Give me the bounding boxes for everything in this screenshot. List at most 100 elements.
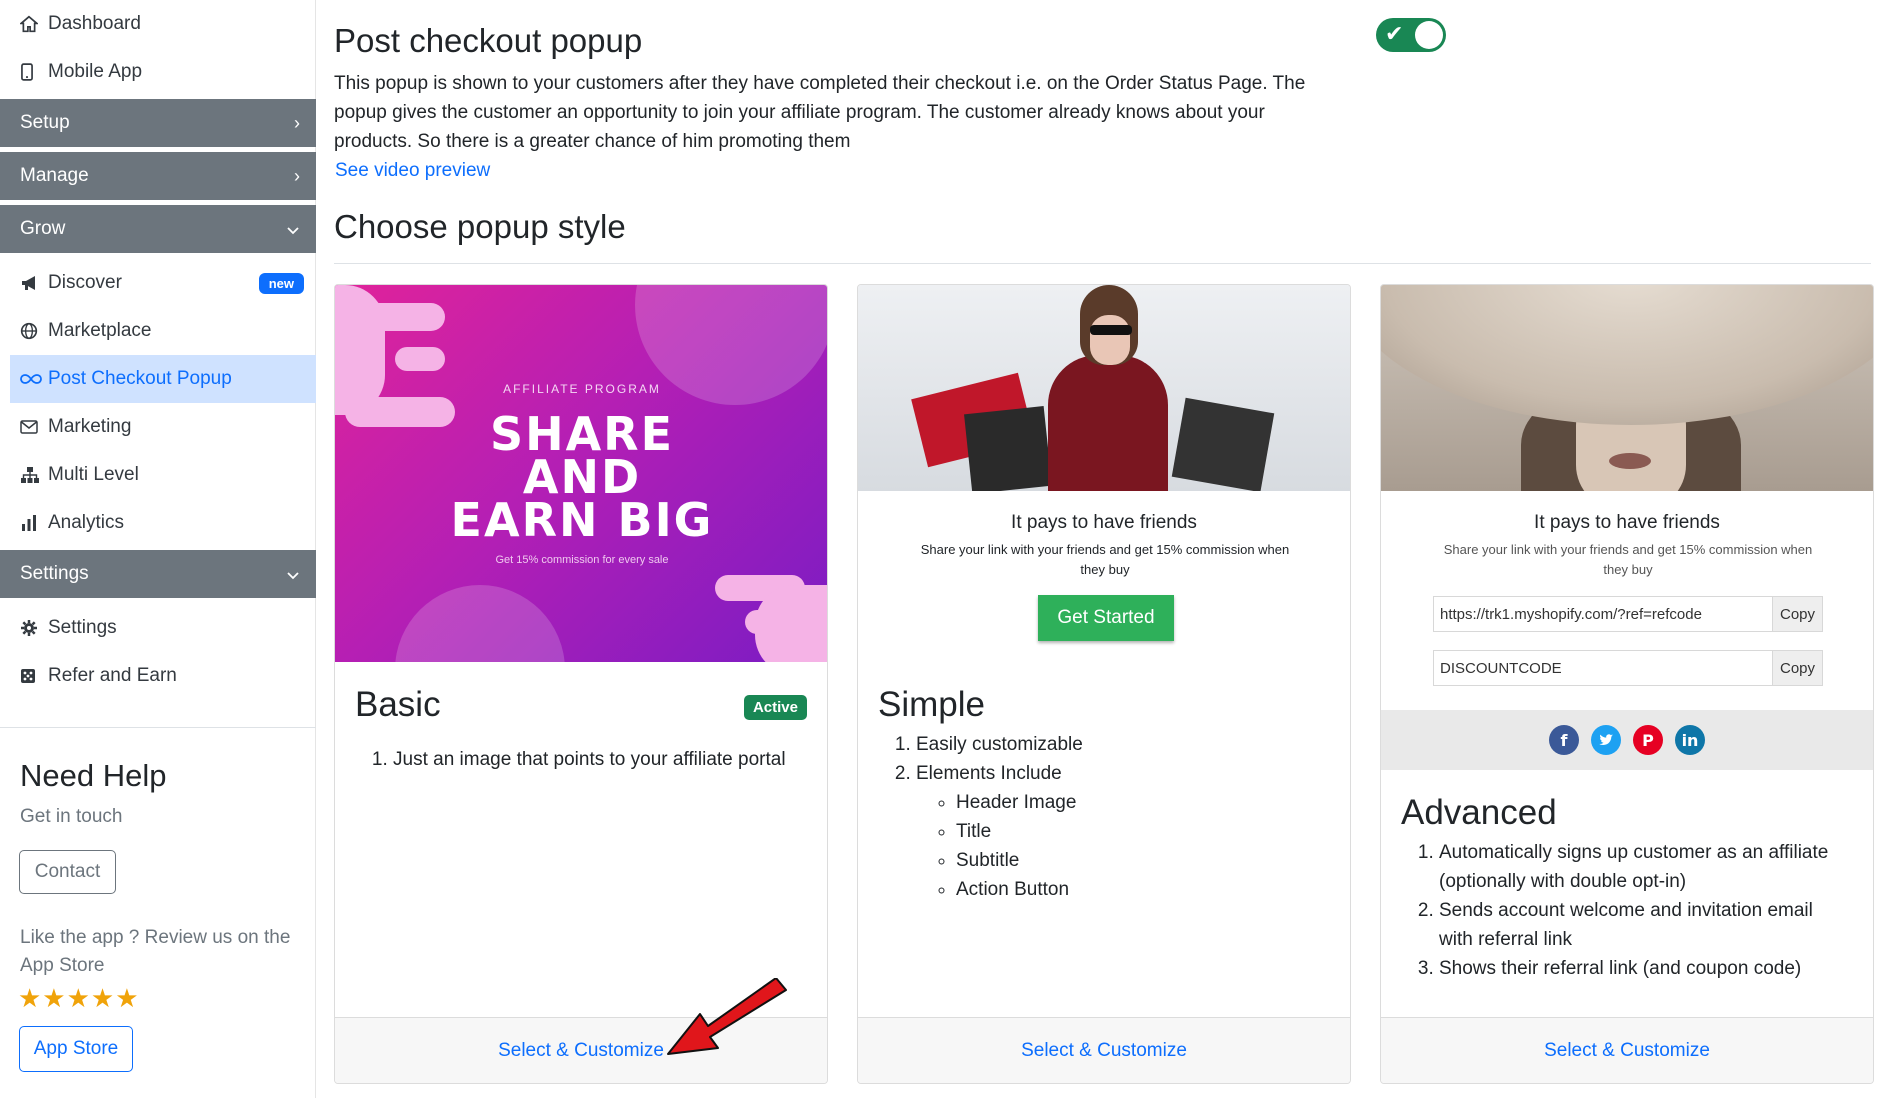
social-share-bar: f P in bbox=[1381, 710, 1873, 770]
decor-circle bbox=[395, 585, 565, 662]
gear-icon bbox=[20, 619, 48, 637]
model-figure bbox=[1048, 355, 1168, 491]
card-title: Advanced bbox=[1401, 793, 1557, 832]
image-headline-line: EARN BIG bbox=[450, 493, 714, 547]
sidebar-item-label: Discover bbox=[48, 272, 122, 293]
sidebar-item-marketing[interactable]: Marketing bbox=[0, 403, 316, 451]
sub-feature-item: Subtitle bbox=[956, 846, 1338, 875]
feature-item-text: Elements Include bbox=[916, 763, 1062, 784]
feature-item: Elements Include Header Image Title Subt… bbox=[916, 759, 1338, 904]
sidebar-section-manage[interactable]: Manage › bbox=[0, 152, 316, 200]
decor-shape bbox=[755, 585, 827, 662]
feature-item: Easily customizable bbox=[916, 730, 1338, 759]
sidebar-item-label: Post Checkout Popup bbox=[48, 368, 232, 389]
bar-chart-icon bbox=[20, 514, 48, 532]
sunglasses bbox=[1090, 325, 1132, 335]
sidebar-item-label: Settings bbox=[48, 617, 117, 638]
dice-icon bbox=[20, 668, 48, 684]
choose-style-title: Choose popup style bbox=[334, 208, 626, 245]
app-store-button[interactable]: App Store bbox=[19, 1026, 133, 1072]
sidebar-item-analytics[interactable]: Analytics bbox=[0, 499, 316, 547]
sidebar-divider bbox=[0, 727, 316, 728]
shopping-bag bbox=[1171, 397, 1275, 491]
popup-enabled-toggle[interactable]: ✔ bbox=[1376, 18, 1446, 52]
hierarchy-icon bbox=[20, 466, 48, 484]
sidebar-section-grow[interactable]: Grow bbox=[0, 205, 316, 253]
card-title: Simple bbox=[878, 685, 985, 724]
sidebar: Dashboard Mobile App Setup › Manage › Gr… bbox=[0, 0, 316, 1098]
annotation-arrow-icon bbox=[667, 978, 787, 1055]
chevron-right-icon: › bbox=[294, 165, 300, 186]
section-label: Settings bbox=[20, 563, 89, 584]
envelope-icon bbox=[20, 420, 48, 434]
sidebar-item-label: Mobile App bbox=[48, 61, 143, 82]
globe-icon bbox=[20, 322, 48, 340]
sidebar-item-mobile-app[interactable]: Mobile App bbox=[0, 48, 316, 96]
sub-feature-item: Header Image bbox=[956, 788, 1338, 817]
sidebar-item-settings[interactable]: Settings bbox=[0, 604, 316, 652]
feature-item: Just an image that points to your affili… bbox=[393, 745, 815, 774]
feature-item: Shows their referral link (and coupon co… bbox=[1439, 954, 1851, 983]
image-small-text: Get 15% commission for every sale bbox=[495, 554, 669, 566]
sub-feature-item: Action Button bbox=[956, 875, 1338, 904]
copy-code-button: Copy bbox=[1772, 651, 1822, 685]
pinterest-icon: P bbox=[1633, 725, 1663, 755]
feature-list: Automatically signs up customer as an af… bbox=[1401, 838, 1851, 983]
sub-feature-item: Title bbox=[956, 817, 1338, 846]
page-title: Post checkout popup bbox=[334, 22, 643, 59]
image-headline: SHARE AND EARN BIG bbox=[335, 411, 827, 547]
rating-stars: ★★★★★ bbox=[18, 983, 140, 1013]
decor-shape bbox=[365, 303, 445, 331]
section-label: Setup bbox=[20, 112, 70, 133]
sidebar-item-marketplace[interactable]: Marketplace bbox=[0, 307, 316, 355]
new-badge: new bbox=[258, 272, 304, 294]
sidebar-section-setup[interactable]: Setup › bbox=[0, 99, 316, 147]
chevron-down-icon bbox=[286, 564, 300, 585]
sidebar-item-discover[interactable]: Discover new bbox=[0, 259, 316, 307]
simple-header-photo bbox=[858, 285, 1350, 491]
preview-subtitle: Share your link with your friends and ge… bbox=[920, 542, 1290, 577]
basic-preview-image: AFFILIATE PROGRAM SHARE AND EARN BIG Get… bbox=[335, 285, 827, 662]
check-icon: ✔ bbox=[1385, 21, 1404, 46]
model-lips bbox=[1609, 453, 1651, 469]
active-badge: Active bbox=[743, 695, 807, 720]
copy-link-button: Copy bbox=[1772, 597, 1822, 631]
toggle-knob bbox=[1415, 21, 1443, 49]
select-customize-button[interactable]: Select & Customize bbox=[1381, 1017, 1873, 1083]
image-kicker-text: AFFILIATE PROGRAM bbox=[503, 382, 661, 396]
see-video-preview-link[interactable]: See video preview bbox=[335, 160, 490, 182]
sidebar-section-settings[interactable]: Settings bbox=[0, 550, 316, 598]
home-icon bbox=[20, 15, 48, 33]
twitter-icon bbox=[1591, 725, 1621, 755]
model-hat bbox=[1381, 285, 1873, 425]
sidebar-item-label: Marketplace bbox=[48, 320, 152, 341]
shopping-bag bbox=[964, 406, 1052, 491]
infinity-icon bbox=[20, 373, 48, 385]
contact-button[interactable]: Contact bbox=[19, 850, 116, 894]
help-subtitle: Get in touch bbox=[20, 806, 123, 827]
sidebar-item-refer-and-earn[interactable]: Refer and Earn bbox=[0, 652, 316, 700]
select-customize-button[interactable]: Select & Customize bbox=[858, 1017, 1350, 1083]
card-title: Basic bbox=[355, 685, 441, 724]
sidebar-item-multi-level[interactable]: Multi Level bbox=[0, 451, 316, 499]
sidebar-item-dashboard[interactable]: Dashboard bbox=[0, 0, 316, 48]
feature-list: Just an image that points to your affili… bbox=[355, 745, 815, 774]
feature-item: Sends account welcome and invitation ema… bbox=[1439, 896, 1851, 954]
section-label: Manage bbox=[20, 165, 89, 186]
sidebar-item-post-checkout-popup[interactable]: Post Checkout Popup bbox=[10, 355, 316, 403]
discount-code-value: DISCOUNTCODE bbox=[1440, 659, 1562, 677]
referral-link-value: https://trk1.myshopify.com/?ref=refcode bbox=[1440, 605, 1702, 623]
sidebar-item-label: Analytics bbox=[48, 512, 125, 533]
preview-heading: It pays to have friends bbox=[1011, 512, 1197, 533]
advanced-header-photo bbox=[1381, 285, 1873, 491]
help-title: Need Help bbox=[20, 758, 167, 793]
preview-heading: It pays to have friends bbox=[1534, 512, 1720, 533]
review-text: Like the app ? Review us on the App Stor… bbox=[20, 927, 291, 976]
sidebar-item-label: Refer and Earn bbox=[48, 665, 177, 686]
facebook-icon: f bbox=[1549, 725, 1579, 755]
megaphone-icon bbox=[20, 274, 48, 292]
phone-icon bbox=[20, 63, 48, 81]
chevron-down-icon bbox=[286, 219, 300, 240]
feature-list: Easily customizable Elements Include Hea… bbox=[878, 730, 1338, 904]
section-label: Grow bbox=[20, 218, 66, 239]
